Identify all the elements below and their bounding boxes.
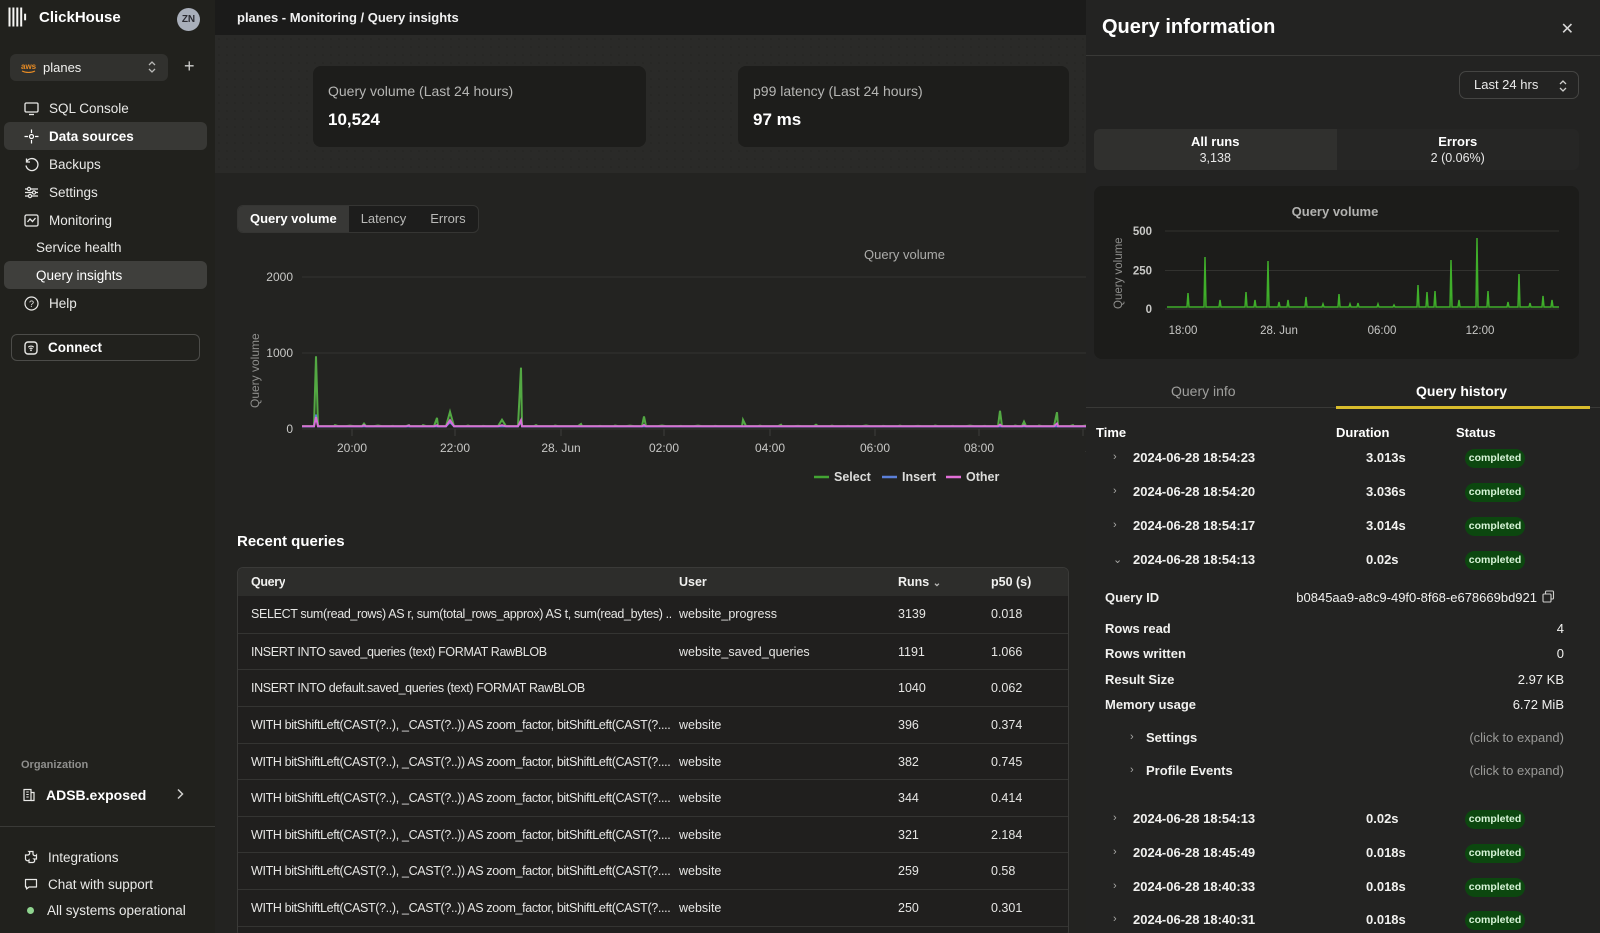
svg-text:18:00: 18:00 <box>1169 325 1198 337</box>
svg-text:Insert: Insert <box>902 470 937 484</box>
svg-text:Query volume: Query volume <box>248 333 262 408</box>
svg-text:28. Jun: 28. Jun <box>1260 325 1298 337</box>
svg-text:12:00: 12:00 <box>1466 325 1495 337</box>
svg-text:04:00: 04:00 <box>755 441 785 455</box>
svg-text:500: 500 <box>1133 226 1152 238</box>
svg-text:250: 250 <box>1133 266 1152 278</box>
svg-text:aws: aws <box>21 62 36 71</box>
svg-text:Query volume: Query volume <box>1292 204 1379 219</box>
svg-text:08:00: 08:00 <box>964 441 994 455</box>
svg-text:Query volume: Query volume <box>1113 237 1125 309</box>
svg-text:22:00: 22:00 <box>440 441 470 455</box>
svg-text:?: ? <box>29 299 34 309</box>
svg-text:0: 0 <box>286 422 293 436</box>
svg-text:2000: 2000 <box>266 270 293 284</box>
svg-text:06:00: 06:00 <box>860 441 890 455</box>
svg-text:06:00: 06:00 <box>1368 325 1397 337</box>
svg-text:Other: Other <box>966 470 999 484</box>
svg-text:02:00: 02:00 <box>649 441 679 455</box>
svg-text:1000: 1000 <box>266 346 293 360</box>
svg-text:Select: Select <box>834 470 872 484</box>
svg-text:28. Jun: 28. Jun <box>541 441 580 455</box>
svg-text:0: 0 <box>1146 304 1152 316</box>
svg-text:20:00: 20:00 <box>337 441 367 455</box>
